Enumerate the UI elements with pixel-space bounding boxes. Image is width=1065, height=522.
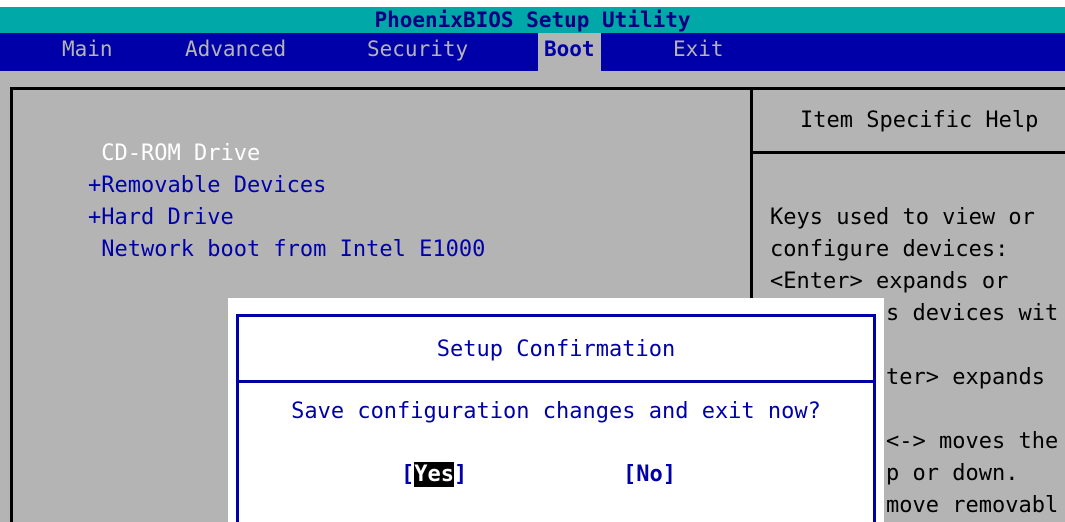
- dialog-separator: [239, 380, 873, 383]
- help-line: Keys used to view or: [770, 205, 1035, 230]
- yes-bracket-open: [: [401, 462, 415, 487]
- yes-button[interactable]: [Yes]: [401, 462, 467, 487]
- boot-item-removable[interactable]: +Removable Devices: [88, 173, 326, 198]
- menu-boot[interactable]: Boot: [538, 33, 601, 71]
- help-line: <Enter> expands or: [770, 269, 1009, 294]
- yes-label: Yes: [414, 462, 454, 487]
- menu-security[interactable]: Security: [367, 33, 468, 71]
- help-line: configure devices:: [770, 237, 1009, 262]
- no-button[interactable]: [No]: [623, 462, 676, 487]
- help-divider: [753, 151, 1065, 154]
- yes-bracket-close: ]: [454, 462, 468, 487]
- dialog-message: Save configuration changes and exit now?: [291, 399, 821, 424]
- menu-advanced[interactable]: Advanced: [185, 33, 286, 71]
- menu-bar: Main Advanced Security Boot Exit: [0, 33, 1065, 71]
- dialog-title: Setup Confirmation: [436, 337, 676, 362]
- help-title: Item Specific Help: [800, 108, 1039, 133]
- setup-confirmation-dialog: Setup Confirmation Save configuration ch…: [236, 314, 876, 522]
- boot-item-cdrom[interactable]: CD-ROM Drive: [88, 141, 260, 166]
- boot-item-hard-drive[interactable]: +Hard Drive: [88, 205, 234, 230]
- help-line-partial: <-> moves the: [886, 429, 1059, 454]
- help-line-partial: ter> expands: [886, 365, 1045, 390]
- boot-item-network[interactable]: Network boot from Intel E1000: [88, 237, 485, 262]
- menu-main[interactable]: Main: [62, 33, 113, 71]
- help-line-partial: s devices wit: [886, 301, 1059, 326]
- app-title: PhoenixBIOS Setup Utility: [0, 7, 1065, 33]
- menu-exit[interactable]: Exit: [673, 33, 724, 71]
- help-line-partial: move removabl: [886, 493, 1059, 518]
- help-line-partial: p or down.: [886, 461, 1019, 486]
- top-strip: [0, 0, 1065, 7]
